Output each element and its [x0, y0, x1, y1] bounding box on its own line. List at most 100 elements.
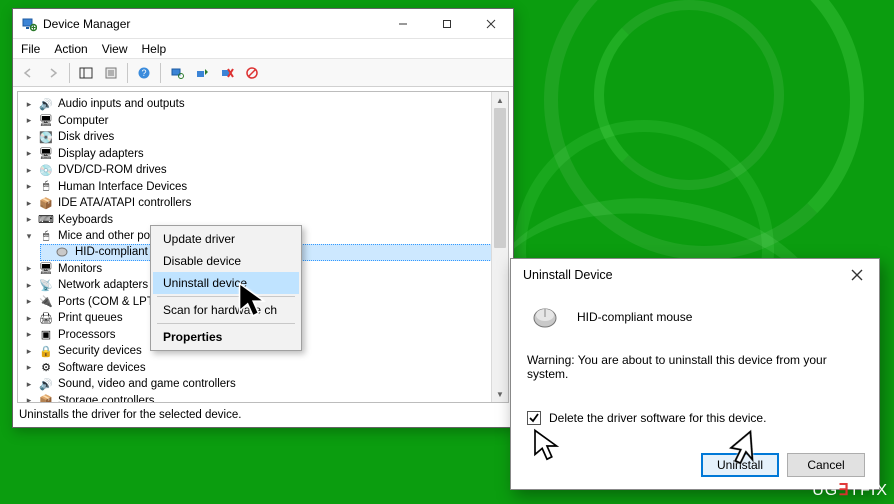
minimize-button[interactable]: [381, 10, 425, 38]
watermark: UG∃TFIX: [812, 480, 888, 500]
uninstall-device-dialog: Uninstall Device HID-compliant mouse War…: [510, 258, 880, 490]
scroll-thumb[interactable]: [494, 108, 506, 248]
menu-help[interactable]: Help: [142, 42, 167, 56]
device-category-icon: 📡: [38, 278, 54, 292]
tree-item-label: Processors: [58, 329, 116, 341]
show-hide-tree-button[interactable]: [75, 62, 97, 84]
watermark-text: TFIX: [849, 482, 888, 499]
expand-icon[interactable]: ▸: [24, 181, 34, 192]
expand-icon[interactable]: ▸: [24, 132, 34, 143]
menu-view[interactable]: View: [102, 42, 128, 56]
menu-file[interactable]: File: [21, 42, 40, 56]
expand-icon[interactable]: ▸: [24, 329, 34, 340]
device-category-icon: 🔊: [38, 97, 54, 111]
expand-icon[interactable]: ▸: [24, 280, 34, 291]
toolbar: ?: [13, 59, 513, 87]
titlebar[interactable]: Device Manager: [13, 9, 513, 39]
close-button[interactable]: [469, 10, 513, 38]
tree-category[interactable]: ▸💽Disk drives: [24, 129, 508, 146]
dialog-close-button[interactable]: [835, 260, 879, 290]
tree-category[interactable]: ▸ 🖥 Computer: [24, 113, 508, 130]
menu-item[interactable]: Uninstall device: [153, 272, 299, 294]
tree-category[interactable]: ▸🖱Human Interface Devices: [24, 179, 508, 196]
tree-category[interactable]: ▸📦Storage controllers: [24, 393, 508, 404]
expand-icon[interactable]: ▸: [24, 313, 34, 324]
tree-item-label: Network adapters: [58, 279, 148, 291]
tree-item-label: Print queues: [58, 312, 123, 324]
tree-item-label: Ports (COM & LPT): [58, 296, 158, 308]
menu-item[interactable]: Disable device: [153, 250, 299, 272]
device-category-icon: ⚙: [38, 361, 54, 375]
tree-category[interactable]: ▸📦IDE ATA/ATAPI controllers: [24, 195, 508, 212]
menu-item-label: Uninstall device: [163, 276, 247, 290]
device-category-icon: 🖥: [38, 114, 54, 128]
expand-icon[interactable]: ▸: [24, 115, 34, 126]
dialog-title: Uninstall Device: [519, 268, 835, 282]
menu-item[interactable]: Properties: [153, 326, 299, 348]
toolbar-separator: [160, 63, 161, 83]
device-category-icon: 💿: [38, 163, 54, 177]
tree-item-label: Software devices: [58, 362, 146, 374]
menu-item-label: Disable device: [163, 254, 241, 268]
mouse-icon: [527, 303, 563, 331]
expand-icon[interactable]: ▸: [24, 198, 34, 209]
expand-icon[interactable]: ▸: [24, 362, 34, 373]
expand-icon[interactable]: ▸: [24, 395, 34, 403]
expand-icon[interactable]: ▸: [24, 99, 34, 110]
uninstall-button[interactable]: Uninstall: [701, 453, 779, 477]
device-category-icon: 🖱: [38, 229, 54, 243]
scan-hardware-button[interactable]: [166, 62, 188, 84]
svg-text:?: ?: [141, 68, 146, 78]
device-category-icon: ▣: [38, 328, 54, 342]
device-category-icon: 🖥: [38, 262, 54, 276]
help-button[interactable]: ?: [133, 62, 155, 84]
device-name-label: HID-compliant mouse: [577, 310, 692, 324]
device-category-icon: 🔌: [38, 295, 54, 309]
cancel-button[interactable]: Cancel: [787, 453, 865, 477]
tree-item-label: Computer: [58, 115, 109, 127]
scroll-down-icon[interactable]: ▼: [492, 386, 508, 402]
menu-item[interactable]: Scan for hardware ch: [153, 299, 299, 321]
expand-icon[interactable]: ▾: [24, 231, 34, 242]
tree-item-label: Storage controllers: [58, 395, 155, 403]
menu-item[interactable]: Update driver: [153, 228, 299, 250]
expand-icon[interactable]: ▸: [24, 148, 34, 159]
tree-item-label: Human Interface Devices: [58, 181, 187, 193]
expand-icon[interactable]: ▸: [24, 379, 34, 390]
tree-category[interactable]: ▸ 🔊 Audio inputs and outputs: [24, 96, 508, 113]
scroll-up-icon[interactable]: ▲: [492, 92, 508, 108]
disable-device-button[interactable]: [241, 62, 263, 84]
expand-icon[interactable]: ▸: [24, 214, 34, 225]
back-button[interactable]: [17, 62, 39, 84]
dialog-titlebar[interactable]: Uninstall Device: [511, 259, 879, 291]
device-category-icon: 🔊: [38, 377, 54, 391]
tree-category[interactable]: ▸💿DVD/CD-ROM drives: [24, 162, 508, 179]
tree-item-label: Audio inputs and outputs: [58, 98, 185, 110]
warning-text: Warning: You are about to uninstall this…: [527, 353, 863, 381]
delete-driver-checkbox[interactable]: [527, 411, 541, 425]
menu-action[interactable]: Action: [54, 42, 87, 56]
toolbar-separator: [69, 63, 70, 83]
expand-icon[interactable]: ▸: [24, 165, 34, 176]
tree-item-label: Display adapters: [58, 148, 144, 160]
tree-category[interactable]: ▸ ⚙ Software devices: [24, 360, 508, 377]
window-title: Device Manager: [43, 17, 381, 31]
status-bar: Uninstalls the driver for the selected d…: [17, 406, 509, 424]
status-text: Uninstalls the driver for the selected d…: [19, 409, 241, 421]
tree-category[interactable]: ▸🖥Display adapters: [24, 146, 508, 163]
expand-icon[interactable]: ▸: [24, 346, 34, 357]
vertical-scrollbar[interactable]: ▲ ▼: [491, 92, 508, 402]
maximize-button[interactable]: [425, 10, 469, 38]
update-driver-button[interactable]: [191, 62, 213, 84]
uninstall-device-button[interactable]: [216, 62, 238, 84]
tree-category[interactable]: ▸🔊Sound, video and game controllers: [24, 376, 508, 393]
device-category-icon: 🔒: [38, 344, 54, 358]
expand-icon[interactable]: ▸: [24, 296, 34, 307]
tree-item-label: Monitors: [58, 263, 102, 275]
expand-icon[interactable]: ▸: [24, 263, 34, 274]
menu-item-label: Update driver: [163, 232, 235, 246]
forward-button[interactable]: [42, 62, 64, 84]
properties-button[interactable]: [100, 62, 122, 84]
menu-separator: [157, 323, 295, 324]
watermark-text: UG: [812, 482, 838, 499]
